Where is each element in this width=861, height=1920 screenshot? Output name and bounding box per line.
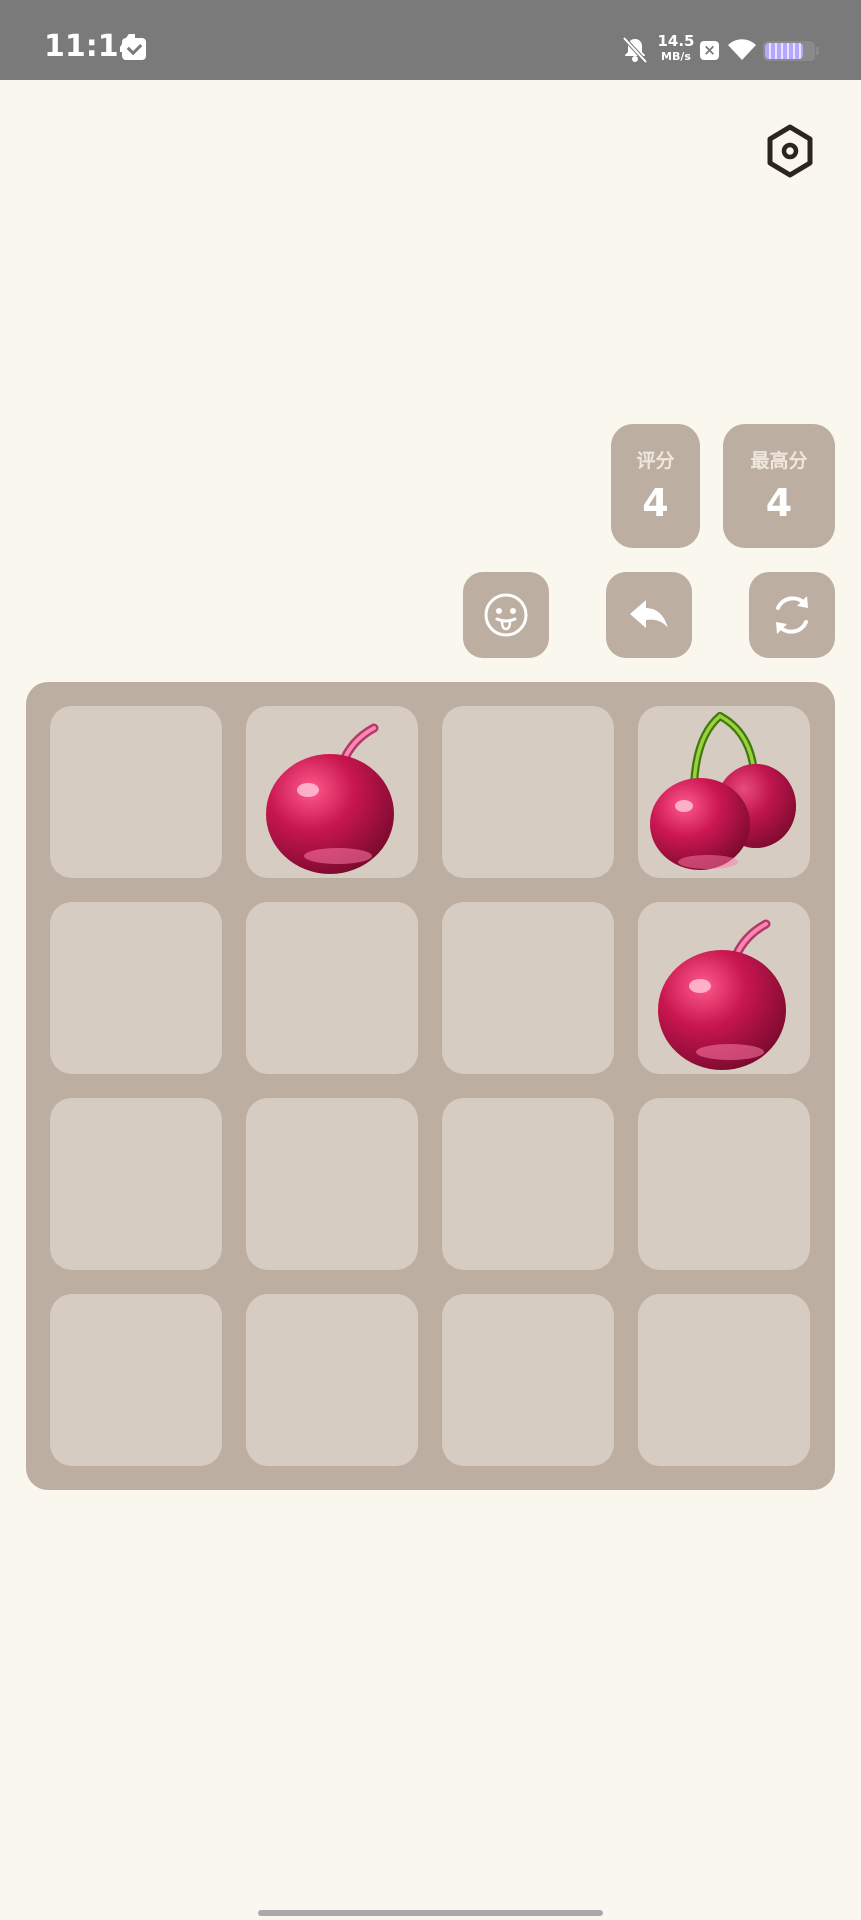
board-cell-empty[interactable] [246,902,418,1074]
best-score-box: 最高分 4 [723,424,835,548]
mail-icon [122,38,146,60]
board-cell-cherry-double[interactable] [638,706,810,878]
board-cell-empty[interactable] [638,1294,810,1466]
board-cell-empty[interactable] [442,902,614,1074]
refresh-icon [776,596,808,634]
back-arrow-icon [630,600,668,628]
board-cell-empty[interactable] [442,1098,614,1270]
board-cell-empty[interactable] [50,706,222,878]
board-cell-cherry-single[interactable] [246,706,418,878]
hexagon-settings-icon [767,124,813,178]
battery-level [765,43,803,59]
board-cell-cherry-single[interactable] [638,902,810,1074]
score-value: 4 [642,481,669,525]
cherry-double-icon [650,712,796,870]
home-indicator[interactable] [258,1910,603,1916]
board-cell-empty[interactable] [246,1098,418,1270]
mute-icon [622,36,648,64]
undo-button[interactable] [606,572,692,658]
best-score-label: 最高分 [750,450,808,472]
status-bar: 11:14 14.5 MB/s × [0,0,861,80]
board-cell-empty[interactable] [638,1098,810,1270]
game-board[interactable] [26,682,835,1490]
restart-button[interactable] [749,572,835,658]
cherry-single-icon [658,919,786,1070]
board-cell-empty[interactable] [50,1294,222,1466]
board-cell-empty[interactable] [50,902,222,1074]
score-box: 评分 4 [611,424,700,548]
settings-button[interactable] [764,124,816,178]
board-cell-empty[interactable] [442,706,614,878]
network-speed-unit: MB/s [661,50,691,63]
board-cell-empty[interactable] [50,1098,222,1270]
network-speed: 14.5 MB/s [656,34,696,64]
wifi-icon [728,39,756,60]
score-label: 评分 [636,450,675,472]
data-x-icon: × [700,41,719,60]
best-score-value: 4 [765,481,793,525]
emoji-button[interactable] [463,572,549,658]
network-speed-value: 14.5 [657,32,695,50]
board-cell-empty[interactable] [442,1294,614,1466]
cherry-single-icon [266,723,394,874]
battery-icon [763,41,819,61]
tongue-face-icon [484,593,528,637]
board-cell-empty[interactable] [246,1294,418,1466]
